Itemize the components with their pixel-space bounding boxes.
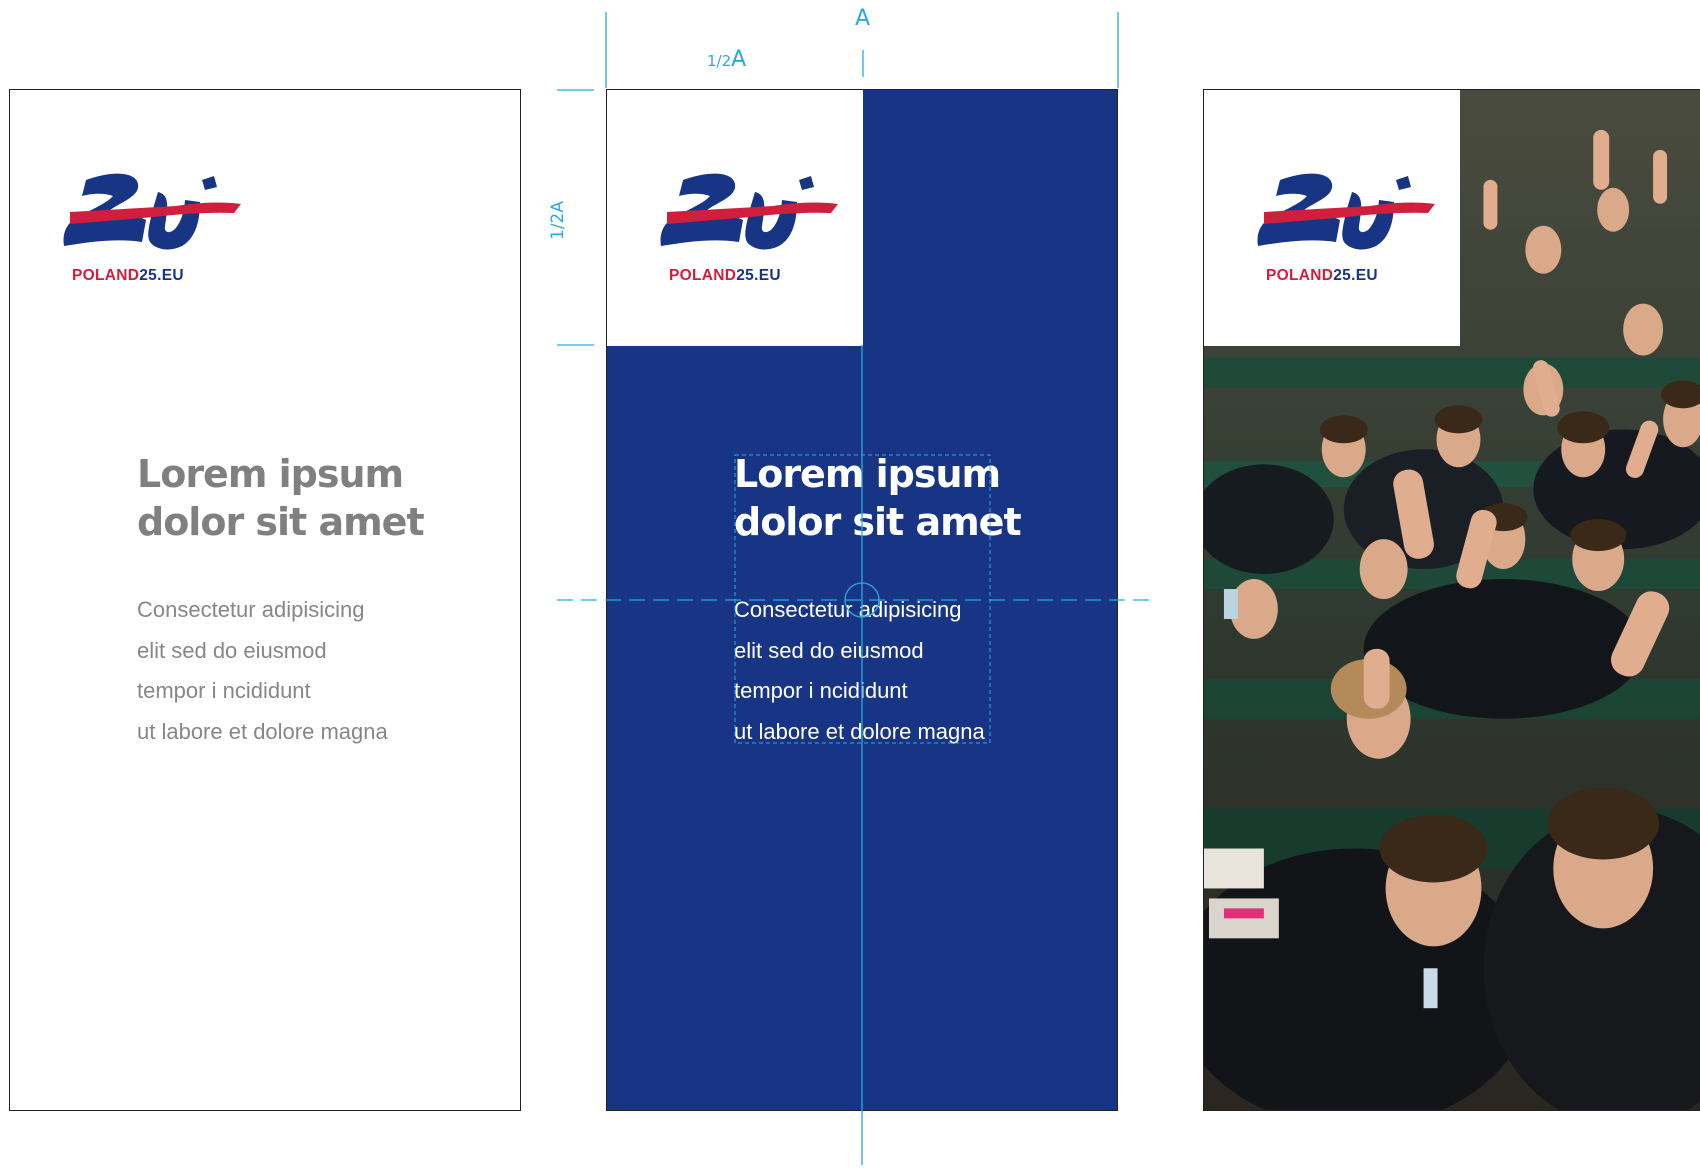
dimension-half-suffix: A — [731, 47, 747, 72]
panel-title: Lorem ipsum dolor sit amet — [137, 450, 467, 546]
logo-wordmark-poland: POLAND — [72, 267, 140, 284]
logo-wordmark-poland: POLAND — [669, 267, 737, 284]
body-line: tempor i ncididunt — [734, 678, 908, 703]
title-line: dolor sit amet — [734, 500, 1022, 544]
body-line: tempor i ncididunt — [137, 678, 311, 703]
panel-white-variant: POLAND25.EU Lorem ipsum dolor sit amet C… — [9, 89, 521, 1111]
panel-title: Lorem ipsum dolor sit amet — [734, 450, 1064, 546]
logo-wordmark: POLAND25.EU — [72, 267, 184, 285]
title-line: Lorem ipsum — [137, 452, 404, 496]
logo-wordmark-25eu: 25.EU — [736, 267, 781, 284]
logo-wordmark-25eu: 25.EU — [139, 267, 184, 284]
dimension-label-half-height: 1/2A — [548, 201, 568, 240]
body-line: elit sed do eiusmod — [734, 637, 924, 663]
title-line: Lorem ipsum — [734, 452, 1001, 496]
body-line: Consectetur adipisicing — [137, 597, 365, 622]
poland25-eu-logo-icon — [1257, 173, 1435, 250]
body-line: ut labore et dolore magna — [137, 718, 388, 744]
logo-block: POLAND25.EU — [10, 90, 266, 346]
logo-wordmark-poland: POLAND — [1266, 267, 1334, 284]
dimension-half-prefix: 1/2 — [707, 52, 732, 70]
body-line: elit sed do eiusmod — [137, 637, 327, 663]
body-line: Consectetur adipisicing — [734, 597, 962, 622]
title-line: dolor sit amet — [137, 500, 425, 544]
logo-wordmark-25eu: 25.EU — [1333, 267, 1378, 284]
logo-block: POLAND25.EU — [1204, 90, 1460, 346]
poland25-eu-logo-icon — [660, 173, 838, 250]
dimension-label-a: A — [855, 6, 871, 31]
dimension-label-half-a: 1/2A — [707, 47, 746, 72]
logo-wordmark: POLAND25.EU — [1266, 267, 1378, 285]
poland25-eu-logo-icon — [63, 173, 241, 250]
body-line: ut labore et dolore magna — [734, 718, 985, 744]
logo-block: POLAND25.EU — [607, 90, 863, 346]
panel-photo-variant: POLAND25.EU — [1203, 89, 1700, 1111]
logo-wordmark: POLAND25.EU — [669, 267, 781, 285]
panel-body-text: Consectetur adipisicing elit sed do eius… — [137, 590, 467, 752]
panel-body-text: Consectetur adipisicing elit sed do eius… — [734, 590, 1064, 752]
panel-navy-variant: POLAND25.EU Lorem ipsum dolor sit amet C… — [606, 89, 1118, 1111]
